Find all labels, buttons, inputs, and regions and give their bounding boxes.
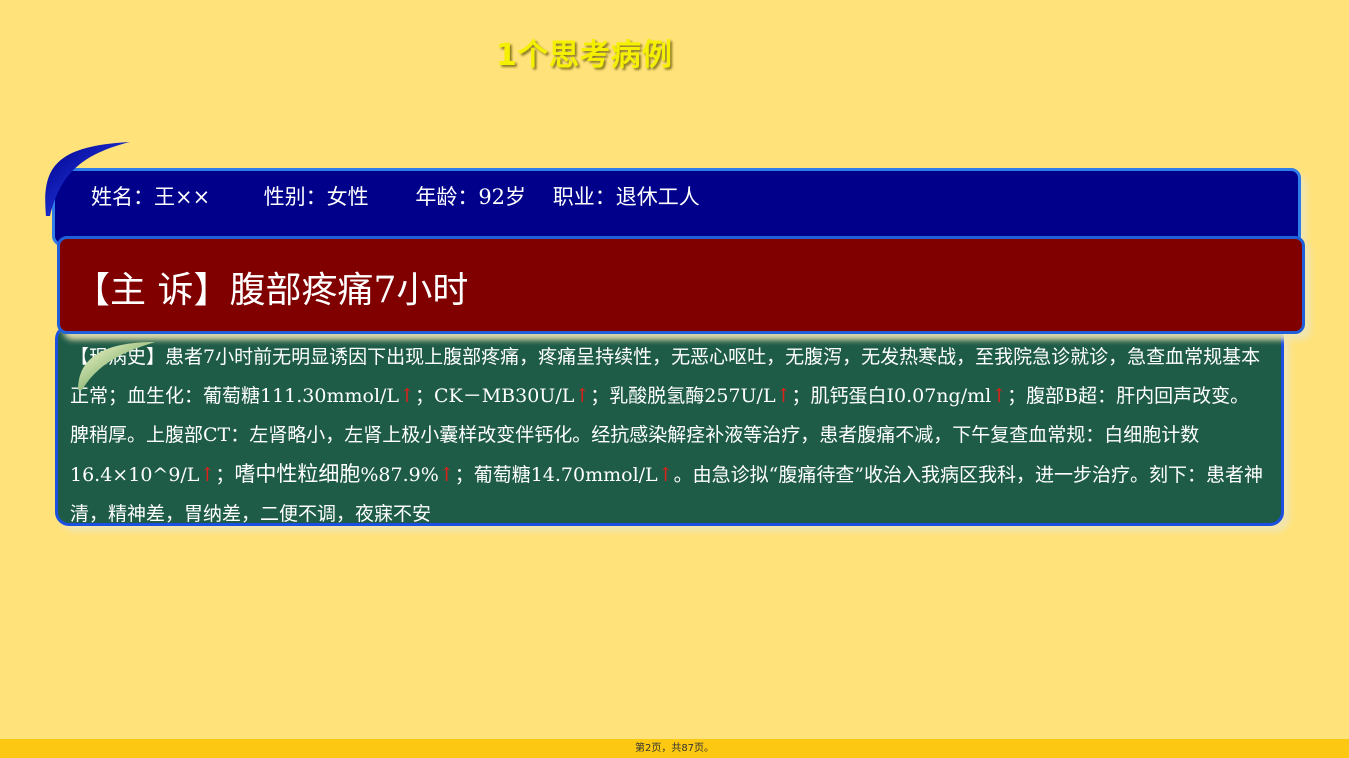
up-arrow-icon: ↑ [399, 385, 415, 407]
history-seg-7: ；葡萄糖14.70mmol/L [454, 464, 658, 486]
history-seg-4: ；肌钙蛋白I0.07ng/ml [791, 385, 992, 407]
history-panel: 【现病史】患者7小时前无明显诱因下出现上腹部疼痛，疼痛呈持续性，无恶心呕吐，无腹… [55, 325, 1284, 526]
patient-info-text: 姓名：王×× 性别：女性 年龄：92岁 职业：退休工人 [91, 185, 700, 209]
up-arrow-icon: ↑ [574, 385, 591, 407]
slide-title: 1个思考病例 [496, 38, 673, 73]
history-seg-3: ；乳酸脱氢酶257U/L [590, 385, 776, 407]
history-seg-6: ； [215, 464, 235, 486]
up-arrow-icon: ↑ [199, 464, 216, 486]
up-arrow-icon: ↑ [438, 464, 455, 486]
history-seg-2: ；CK－MB30U/L [414, 385, 575, 407]
chief-complaint-panel: 【主 诉】腹部疼痛7小时 [57, 236, 1305, 334]
page-curl-decoration [78, 342, 155, 390]
present-illness-text: 【现病史】患者7小时前无明显诱因下出现上腹部疼痛，疼痛呈持续性，无恶心呕吐，无腹… [70, 338, 1267, 534]
patient-info-panel: 姓名：王×× 性别：女性 年龄：92岁 职业：退休工人 [52, 168, 1301, 246]
page-footer: 第2页，共87页。 [0, 739, 1349, 758]
page-curl-decoration [45, 142, 130, 216]
up-arrow-icon: ↑ [775, 385, 792, 407]
up-arrow-icon: ↑ [657, 464, 674, 486]
history-seg-6b: 嗜中性粒细胞 [234, 462, 361, 486]
history-seg-6c: %87.9% [360, 464, 439, 486]
up-arrow-icon: ↑ [991, 385, 1008, 407]
chief-complaint-text: 【主 诉】腹部疼痛7小时 [74, 270, 469, 311]
